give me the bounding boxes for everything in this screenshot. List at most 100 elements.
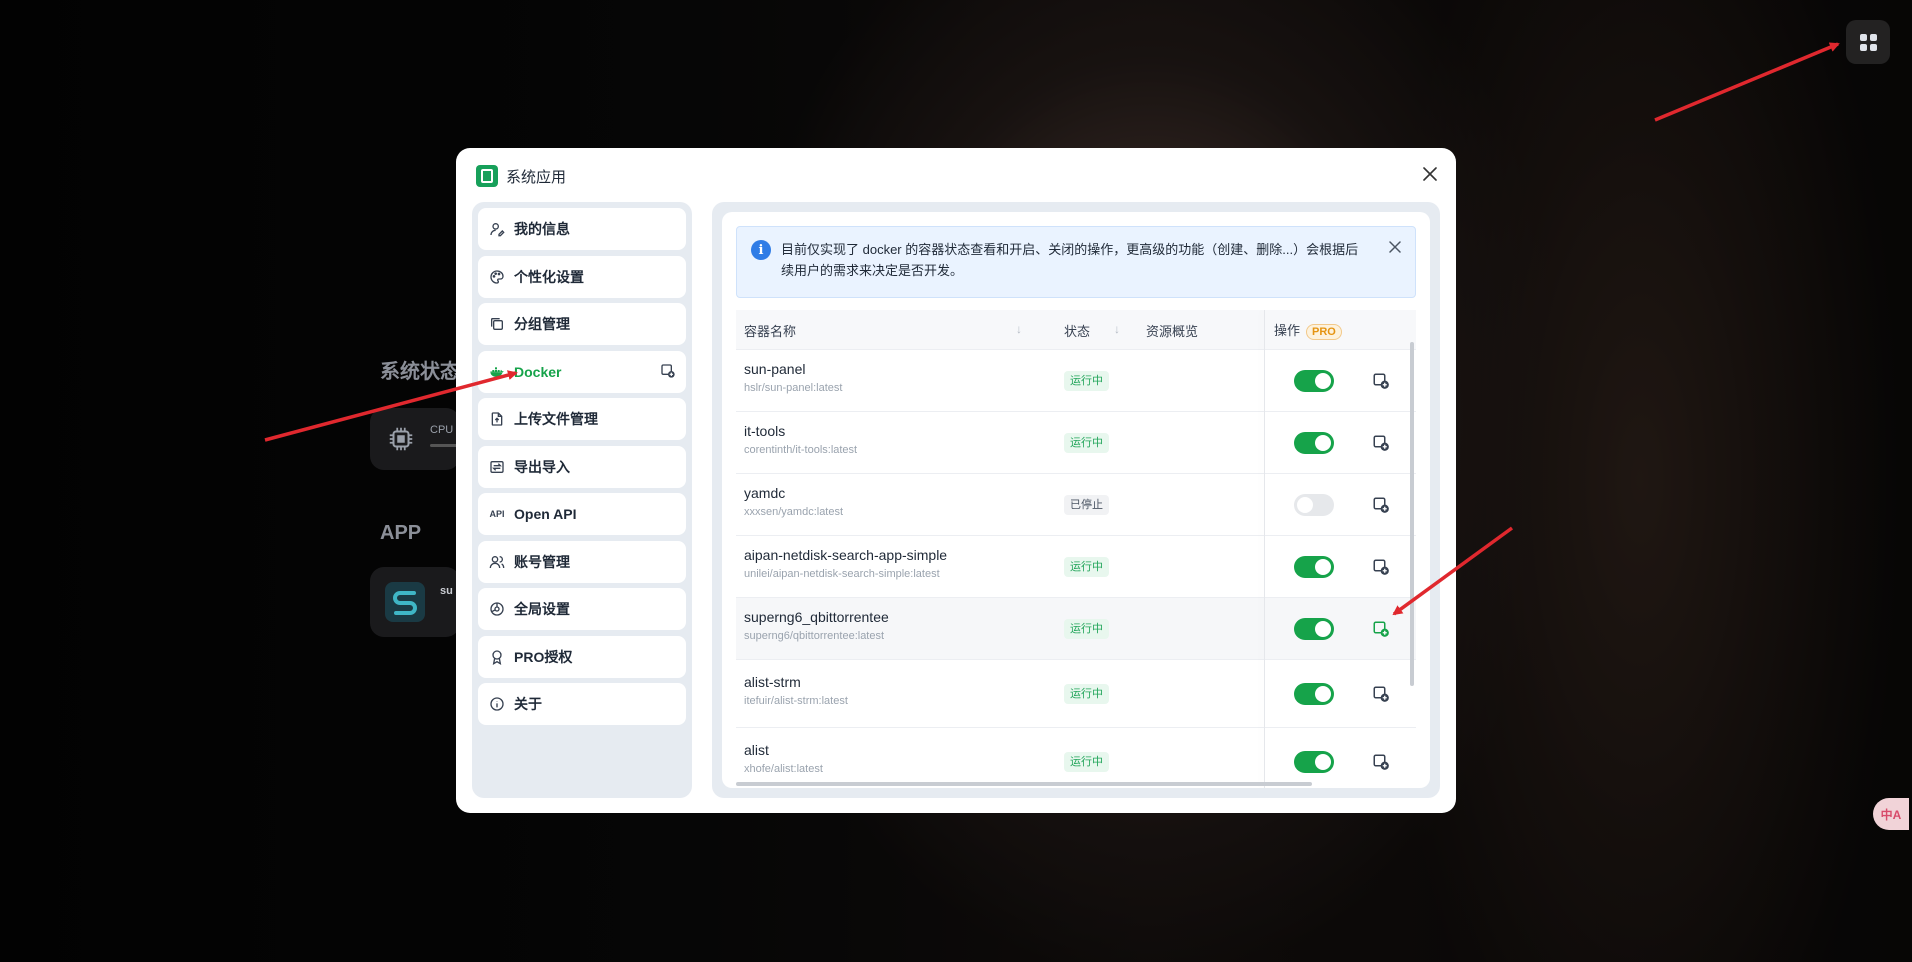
container-action-button[interactable]: [1372, 496, 1390, 514]
container-run-toggle[interactable]: [1294, 370, 1334, 392]
container-name: it-tools: [744, 423, 786, 439]
sidebar-item-label: 分组管理: [514, 316, 570, 332]
sidebar-item-my-info[interactable]: 我的信息: [478, 208, 686, 250]
docker-panel: i 目前仅实现了 docker 的容器状态查看和开启、关闭的操作，更高级的功能（…: [712, 202, 1440, 798]
sidebar-item-upload-files[interactable]: 上传文件管理: [478, 398, 686, 440]
column-header-resources: 资源概览: [1146, 324, 1199, 339]
container-name: superng6_qbittorrentee: [744, 609, 889, 625]
status-badge: 运行中: [1064, 684, 1109, 704]
sidebar-item-group-management[interactable]: 分组管理: [478, 303, 686, 345]
cpu-status-card: CPU: [370, 408, 460, 470]
table-body: sun-panel hslr/sun-panel:latest 运行中 it-tool…: [736, 350, 1416, 788]
status-badge: 运行中: [1064, 557, 1109, 577]
sidebar-item-label: 我的信息: [514, 221, 570, 237]
info-alert: i 目前仅实现了 docker 的容器状态查看和开启、关闭的操作，更高级的功能（…: [736, 226, 1416, 298]
container-image: corentinth/it-tools:latest: [744, 444, 858, 456]
container-name: aipan-netdisk-search-app-simple: [744, 547, 948, 563]
sidebar-item-docker[interactable]: Docker: [478, 350, 686, 393]
container-action-button[interactable]: [1372, 753, 1390, 771]
column-header-status: 状态: [1064, 324, 1091, 339]
alert-text: 目前仅实现了 docker 的容器状态查看和开启、关闭的操作，更高级的功能（创建…: [781, 242, 1359, 278]
actions-label: 操作: [1274, 323, 1301, 338]
container-action-button[interactable]: [1372, 685, 1390, 703]
sort-arrow-icon[interactable]: ↓: [1114, 322, 1120, 336]
sidebar-item-personalization[interactable]: 个性化设置: [478, 255, 686, 298]
vertical-scrollbar[interactable]: [1410, 342, 1414, 686]
sort-arrow-icon[interactable]: ↓: [1016, 322, 1022, 336]
close-icon: [1389, 241, 1401, 253]
apps-menu-button[interactable]: [1846, 20, 1890, 64]
container-run-toggle[interactable]: [1294, 556, 1334, 578]
container-action-button[interactable]: [1372, 620, 1390, 638]
container-image: hslr/sun-panel:latest: [744, 382, 843, 394]
container-image: itefuir/alist-strm:latest: [744, 695, 848, 707]
transfer-icon: [488, 458, 506, 476]
users-icon: [488, 553, 506, 571]
container-action-button[interactable]: [1372, 558, 1390, 576]
sidebar-item-import-export[interactable]: 导出导入: [478, 445, 686, 488]
table-row: yamdc xxxsen/yamdc:latest 已停止: [736, 474, 1416, 536]
status-badge: 运行中: [1064, 752, 1109, 772]
container-run-toggle[interactable]: [1294, 683, 1334, 705]
award-icon: [488, 648, 506, 666]
layers-icon: [488, 315, 506, 333]
settings-icon: [488, 600, 506, 618]
sidebar-item-open-api[interactable]: API Open API: [478, 493, 686, 535]
table-row: superng6_qbittorrentee superng6/qbittorre…: [736, 598, 1416, 660]
system-status-title: 系统状态: [380, 361, 460, 383]
add-container-icon: [1373, 754, 1389, 770]
container-run-toggle[interactable]: [1294, 494, 1334, 516]
table-row: alist-strm itefuir/alist-strm:latest 运行中: [736, 660, 1416, 728]
container-image: superng6/qbittorrentee:latest: [744, 630, 885, 642]
system-apps-modal: 系统应用 我的信息 个性化设置 分组管理 Docker 上传文件管理 导出导入 …: [456, 148, 1456, 813]
chip-icon: [389, 427, 413, 451]
sidebar-item-pro-license[interactable]: PRO授权: [478, 635, 686, 678]
table-row: it-tools corentinth/it-tools:latest 运行中: [736, 412, 1416, 474]
horizontal-scrollbar[interactable]: [736, 782, 1312, 786]
close-icon: [1423, 167, 1437, 181]
sidebar-item-about[interactable]: 关于: [478, 683, 686, 725]
container-image: xxxsen/yamdc:latest: [744, 506, 844, 518]
user-edit-icon: [488, 220, 506, 238]
app-card-label: su: [440, 585, 453, 597]
pro-badge: PRO: [1306, 324, 1342, 340]
container-image: xhofe/alist:latest: [744, 763, 823, 775]
translate-icon: 中A: [1880, 807, 1902, 822]
table-header: 容器名称 ↓ 状态 ↓ 资源概览 操作 PRO: [736, 310, 1416, 350]
docker-panel-inner: i 目前仅实现了 docker 的容器状态查看和开启、关闭的操作，更高级的功能（…: [722, 212, 1430, 788]
container-action-button[interactable]: [1372, 372, 1390, 390]
container-action-button[interactable]: [1372, 434, 1390, 452]
container-run-toggle[interactable]: [1294, 432, 1334, 454]
container-name: alist: [744, 742, 769, 758]
grid-icon: [1859, 33, 1877, 51]
translate-button[interactable]: 中A: [1873, 798, 1909, 830]
status-badge: 已停止: [1064, 495, 1109, 515]
sidebar-item-label: 上传文件管理: [514, 411, 598, 427]
app-section-title: APP: [380, 522, 422, 544]
docker-icon: [488, 363, 506, 381]
add-container-icon: [1373, 435, 1389, 451]
sidebar-item-label: 账号管理: [514, 553, 570, 570]
table-row: sun-panel hslr/sun-panel:latest 运行中: [736, 350, 1416, 412]
sidebar-item-accounts[interactable]: 账号管理: [478, 540, 686, 583]
column-header-name: 容器名称: [744, 324, 797, 339]
status-badge: 运行中: [1064, 371, 1109, 391]
alert-close-button[interactable]: [1387, 239, 1403, 255]
container-table: 容器名称 ↓ 状态 ↓ 资源概览 操作 PRO sun-panel hslr/sun…: [736, 310, 1416, 788]
add-container-icon[interactable]: [660, 363, 676, 382]
sidebar-item-global-settings[interactable]: 全局设置: [478, 588, 686, 630]
container-run-toggle[interactable]: [1294, 618, 1334, 640]
table-row: alist xhofe/alist:latest 运行中: [736, 728, 1416, 788]
file-upload-icon: [488, 410, 506, 428]
sidebar-item-label: 关于: [514, 696, 542, 712]
add-container-icon: [1373, 497, 1389, 513]
modal-close-button[interactable]: [1418, 162, 1442, 186]
cpu-label: CPU: [430, 424, 454, 436]
info-icon: [488, 695, 506, 713]
app-card-sun-panel[interactable]: su: [370, 567, 460, 637]
modal-title: 系统应用: [506, 168, 567, 186]
info-circle-icon: i: [751, 240, 771, 260]
sidebar-item-label: PRO授权: [514, 648, 573, 665]
container-run-toggle[interactable]: [1294, 751, 1334, 773]
modal-header: 系统应用: [476, 164, 566, 188]
